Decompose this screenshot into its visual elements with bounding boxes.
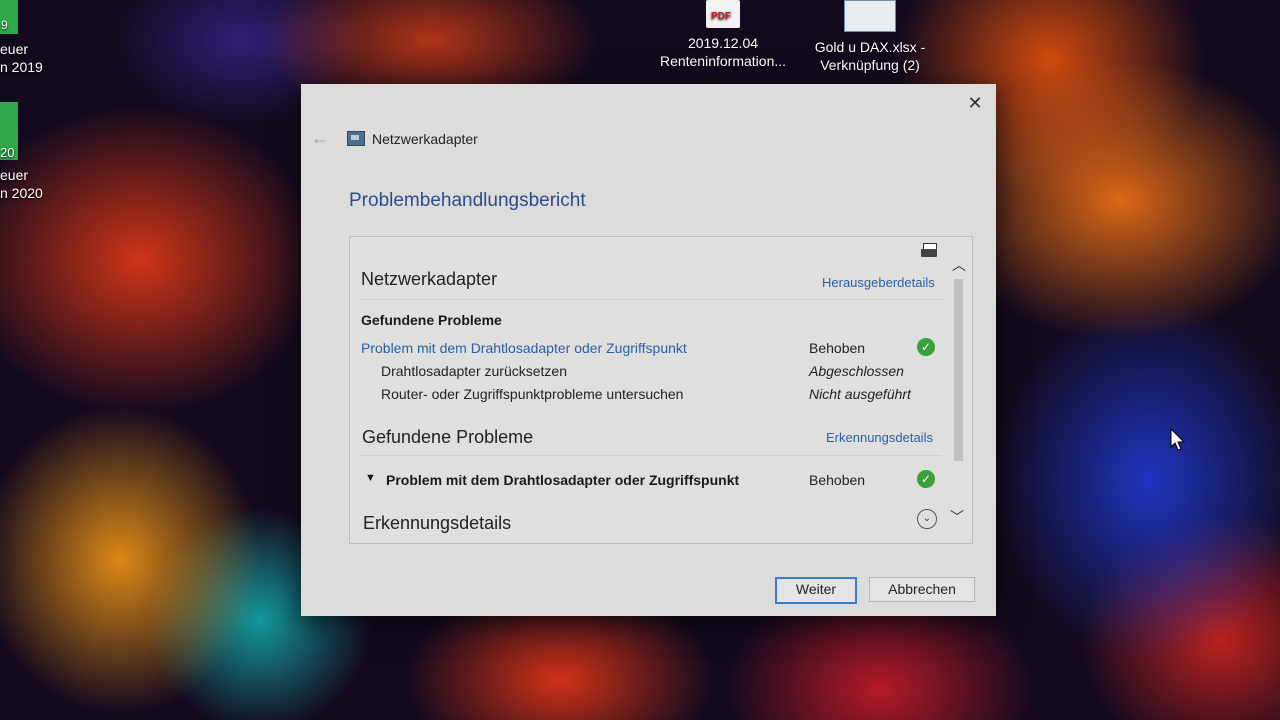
desktop-icon-xlsx[interactable]: Gold u DAX.xlsx - Verknüpfung (2) <box>800 0 940 74</box>
desktop-icon-2020-badge: 20 <box>0 145 15 160</box>
desktop-icon-pdf-label-1: 2019.12.04 <box>687 35 759 51</box>
publisher-details-link[interactable]: Herausgeberdetails <box>822 275 935 290</box>
expanded-problem-status: Behoben <box>809 472 866 488</box>
pdf-file-badge: PDF <box>711 11 731 22</box>
scrollbar-thumb[interactable] <box>954 279 963 461</box>
expanded-problem-title[interactable]: Problem mit dem Drahtlosadapter oder Zug… <box>386 472 739 488</box>
section-divider <box>360 299 942 300</box>
desktop-icon-2020-label-1: euer <box>0 167 29 183</box>
back-arrow-icon[interactable]: ← <box>311 128 329 149</box>
next-button[interactable]: Weiter <box>775 577 857 604</box>
section-divider <box>360 455 942 456</box>
close-button[interactable]: ✕ <box>964 92 986 114</box>
dialog-app-title: Netzwerkadapter <box>372 131 478 147</box>
page-title: Problembehandlungsbericht <box>349 190 586 211</box>
desktop-icon-2019-label-1: euer <box>0 41 29 57</box>
section-title-network-adapter: Netzwerkadapter <box>361 269 498 289</box>
section-title-detection-details: Erkennungsdetails <box>363 513 512 533</box>
cancel-button[interactable]: Abbrechen <box>869 577 975 602</box>
desktop-icon-pdf-label-2: Renteninformation... <box>659 53 787 69</box>
step-label-reset: Drahtlosadapter zurücksetzen <box>381 363 567 379</box>
excel-file-icon <box>844 0 896 32</box>
scroll-down-icon[interactable]: ﹀ <box>950 507 964 527</box>
close-icon: ✕ <box>967 93 983 113</box>
problem-link[interactable]: Problem mit dem Drahtlosadapter oder Zug… <box>361 340 687 356</box>
step-status-router: Nicht ausgeführt <box>809 386 911 402</box>
section-title-found-problems: Gefundene Probleme <box>362 427 534 447</box>
troubleshooting-report-panel: Netzwerkadapter Herausgeberdetails Gefun… <box>349 236 973 544</box>
troubleshooter-dialog: ✕ ← Netzwerkadapter Problembehandlungsbe… <box>301 84 996 616</box>
step-status-reset: Abgeschlossen <box>809 363 904 379</box>
found-problems-label: Gefundene Probleme <box>361 312 502 328</box>
report-scrollbar[interactable]: ︿ ﹀ <box>946 237 972 543</box>
network-adapter-icon <box>347 131 365 146</box>
desktop-icon-2019-badge: 9 <box>1 18 8 32</box>
problem-status: Behoben <box>809 340 866 356</box>
step-label-router: Router- oder Zugriffspunktprobleme unter… <box>381 386 684 402</box>
pdf-file-icon: PDF <box>706 0 740 28</box>
detection-details-link[interactable]: Erkennungsdetails <box>826 430 933 445</box>
expand-triangle-icon[interactable]: ▼ <box>365 472 376 484</box>
mouse-cursor-icon <box>1170 428 1186 451</box>
success-check-icon: ✓ <box>917 470 935 488</box>
desktop-icon-2019-label-2: n 2019 <box>0 59 43 75</box>
desktop-icon-2020-label-2: n 2020 <box>0 185 43 201</box>
success-check-icon: ✓ <box>917 338 935 356</box>
desktop-icon-xlsx-label-1: Gold u DAX.xlsx - <box>814 39 926 55</box>
desktop-icon-xlsx-label-2: Verknüpfung (2) <box>820 57 920 73</box>
scroll-up-icon[interactable]: ︿ <box>952 255 966 275</box>
chevron-down-icon[interactable]: ⌄ <box>917 509 937 529</box>
desktop-icon-pdf[interactable]: PDF 2019.12.04 Renteninformation... <box>648 0 798 70</box>
printer-icon[interactable] <box>921 243 939 259</box>
